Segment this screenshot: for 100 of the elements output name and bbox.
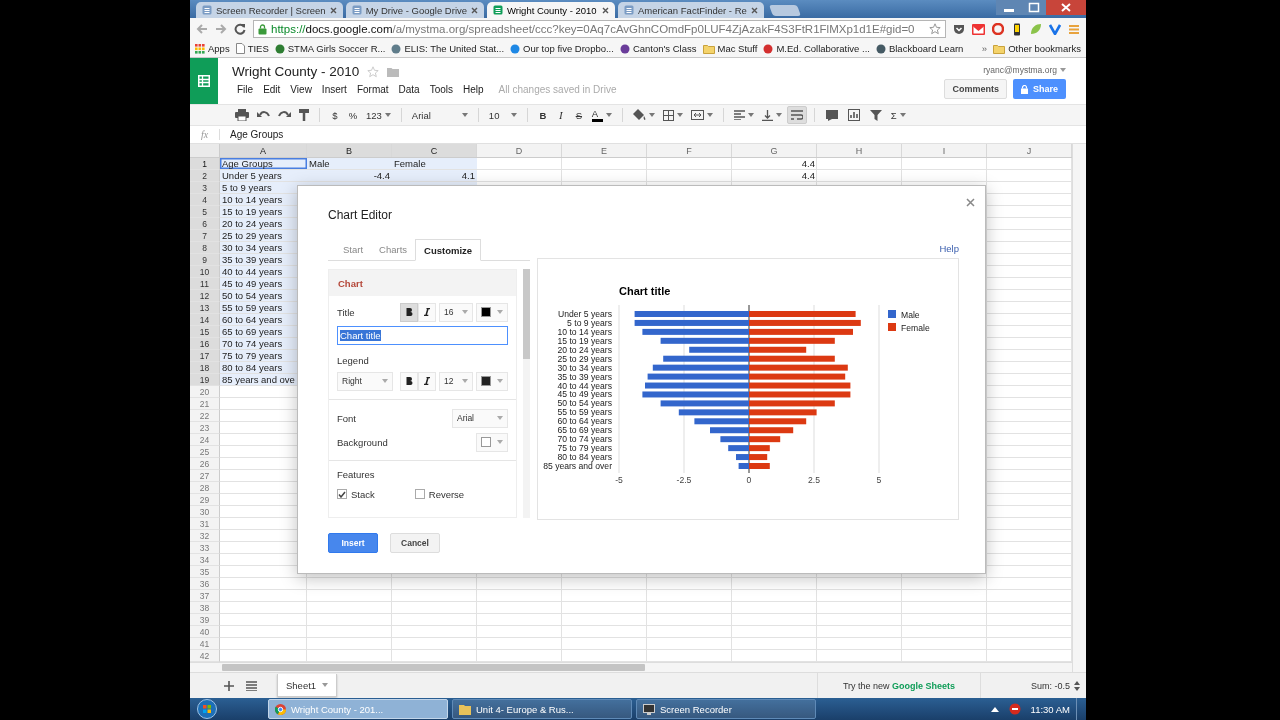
input-field[interactable]: Chart title [337,326,508,345]
bookmark[interactable]: TIES [235,43,269,54]
row-number[interactable]: 27 [190,470,220,482]
help-link[interactable]: Help [939,243,959,258]
currency-button[interactable]: $ [327,106,343,124]
borders-icon[interactable] [662,109,674,121]
font-size-dropdown[interactable]: 16 [439,302,473,322]
row-number[interactable]: 9 [190,254,220,266]
bookmark[interactable]: Mac Stuff [702,43,758,54]
row-number[interactable]: 25 [190,446,220,458]
row-number[interactable]: 4 [190,194,220,206]
document-title[interactable]: Wright County - 2010 [232,64,360,79]
ring-icon[interactable] [992,23,1004,35]
column-header[interactable]: D [477,144,562,157]
fill-color-icon[interactable] [632,109,646,121]
comment-icon[interactable] [825,109,838,121]
menu-item[interactable]: View [285,84,317,95]
row-number[interactable]: 3 [190,182,220,194]
taskbar-button[interactable]: Screen Recorder [636,699,816,719]
bookmark[interactable]: M.Ed. Collaborative ... [763,43,870,54]
column-header[interactable]: F [647,144,732,157]
bold-button[interactable] [400,371,418,391]
row-number[interactable]: 29 [190,494,220,506]
color-dropdown[interactable] [476,371,508,391]
chart-icon[interactable] [847,109,860,121]
row-number[interactable]: 8 [190,242,220,254]
browser-tab[interactable]: My Drive - Google Drive [345,2,485,18]
row-number[interactable]: 40 [190,626,220,638]
maximize-icon[interactable] [1022,0,1046,15]
row-number[interactable]: 6 [190,218,220,230]
row-number[interactable]: 2 [190,170,220,182]
menu-item[interactable]: Help [458,84,489,95]
italic-button[interactable] [418,371,436,391]
spinner-icon[interactable] [1074,680,1080,691]
scrollbar[interactable] [222,664,645,671]
menu-item[interactable]: Data [393,84,425,95]
menu-item[interactable]: Tools [424,84,459,95]
row-number[interactable]: 14 [190,314,220,326]
undo-icon[interactable] [257,110,270,120]
row-number[interactable]: 19 [190,374,220,386]
color-dropdown[interactable] [476,302,508,322]
promo-link[interactable]: Try the new Google Sheets [842,680,956,691]
sum-label[interactable]: Sum: -0.5 [1031,680,1070,691]
bookmark[interactable]: Blackboard Learn [875,43,964,54]
strikethrough-button[interactable]: S [570,106,587,124]
column-header[interactable]: H [817,144,902,157]
row-number[interactable]: 11 [190,278,220,290]
row-number[interactable]: 42 [190,650,220,662]
font-size-dropdown[interactable]: 10 [485,106,520,124]
add-icon[interactable] [224,680,234,691]
star-icon[interactable] [929,23,941,35]
font-dropdown[interactable]: Arial [408,106,471,124]
row-number[interactable]: 22 [190,410,220,422]
checkbox[interactable] [337,489,347,499]
text-color-button[interactable]: A [588,106,615,124]
shield-icon[interactable] [1008,703,1021,715]
checkbox[interactable] [414,489,425,499]
column-header[interactable]: I [902,144,987,157]
row-number[interactable]: 37 [190,590,220,602]
close-icon[interactable] [602,6,610,14]
merge-icon[interactable] [690,110,704,120]
row-number[interactable]: 16 [190,338,220,350]
row-number[interactable]: 21 [190,398,220,410]
minimize-icon[interactable] [996,0,1022,15]
row-number[interactable]: 5 [190,206,220,218]
bookmark[interactable]: ELIS: The United Stat... [391,43,505,54]
row-number[interactable]: 32 [190,530,220,542]
row-number[interactable]: 18 [190,362,220,374]
menu-item[interactable]: Format [351,84,394,95]
column-header[interactable]: G [732,144,817,157]
row-number[interactable]: 20 [190,386,220,398]
menu-item[interactable]: Insert [316,84,352,95]
close-icon[interactable] [329,6,337,14]
close-icon[interactable] [471,6,479,14]
row-number[interactable]: 23 [190,422,220,434]
row-number[interactable]: 34 [190,554,220,566]
column-header[interactable]: C [392,144,477,157]
align-icon[interactable] [733,110,745,120]
filter-icon[interactable] [869,109,882,121]
phone-icon[interactable] [1011,22,1023,36]
arrow-up-icon[interactable] [990,706,999,712]
close-icon[interactable] [966,198,975,207]
row-number[interactable]: 7 [190,230,220,242]
browser-tab[interactable]: Screen Recorder | Screen [196,2,343,18]
clock[interactable]: 11:30 AM [1030,703,1070,715]
bookmark[interactable]: Our top five Dropbo... [510,43,614,54]
comments-button[interactable]: Comments [944,79,1007,99]
bookmark[interactable]: Apps [195,43,230,54]
row-number[interactable]: 31 [190,518,220,530]
column-header[interactable]: A [220,144,307,157]
font-size-dropdown[interactable]: 12 [439,371,473,391]
reload-icon[interactable] [234,23,246,35]
menu-item[interactable]: File [232,84,259,95]
scrollbar[interactable] [523,269,530,359]
close-icon[interactable] [1046,0,1086,15]
redo-icon[interactable] [278,110,291,120]
row-number[interactable]: 1 [190,158,220,170]
number-format-button[interactable]: 123 [363,106,394,124]
bookmark[interactable]: Canton's Class [619,43,697,54]
browser-tab[interactable]: Wright County - 2010 [487,2,616,18]
